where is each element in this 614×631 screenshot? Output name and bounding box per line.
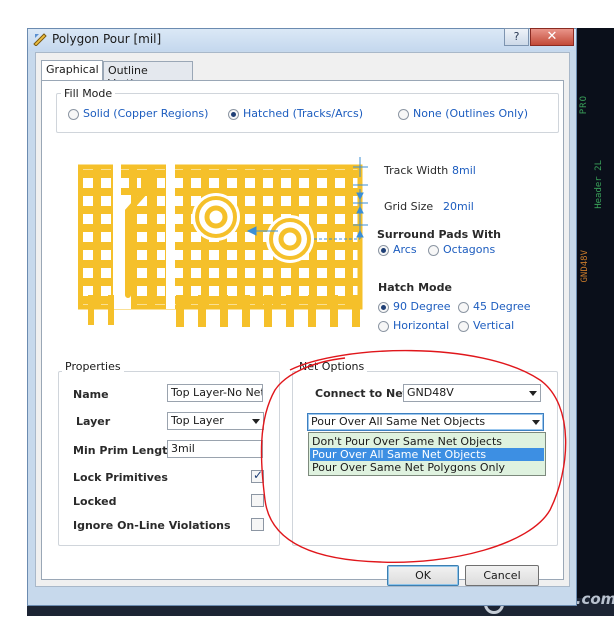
surround-pads-title: Surround Pads With [377,228,501,241]
fill-solid-label[interactable]: Solid (Copper Regions) [83,107,208,120]
dialog-title: Polygon Pour [mil] [52,32,162,46]
fill-hatched-label[interactable]: Hatched (Tracks/Arcs) [243,107,363,120]
hatch-90-radio[interactable] [378,302,389,313]
hatch-vertical-radio[interactable] [458,321,469,332]
track-width-value[interactable]: 8mil [452,164,476,177]
fill-solid-radio[interactable] [68,109,79,120]
hatch-horizontal-label[interactable]: Horizontal [393,319,449,332]
hatch-90-label[interactable]: 90 Degree [393,300,451,313]
ignore-violations-label: Ignore On-Line Violations [73,519,231,532]
grid-size-label: Grid Size [384,200,434,213]
grid-size-value[interactable]: 20mil [443,200,474,213]
hatch-vertical-label[interactable]: Vertical [473,319,514,332]
fill-mode-title: Fill Mode [61,87,116,100]
title-bar: Polygon Pour [mil] ? ✕ [28,28,576,51]
track-width-label: Track Width [384,164,449,177]
hatch-mode-title: Hatch Mode [378,281,452,294]
hatch-45-radio[interactable] [458,302,469,313]
lock-primitives-label: Lock Primitives [73,471,168,484]
surround-arcs-radio[interactable] [378,245,389,256]
tab-outline-vertices[interactable]: Outline Vertices [103,61,193,90]
fill-none-radio[interactable] [398,109,409,120]
tab-graphical[interactable]: Graphical [41,60,103,81]
close-button[interactable]: ✕ [530,28,574,46]
surround-octagons-radio[interactable] [428,245,439,256]
hatch-preview-graphic [78,157,368,327]
red-annotation-circle [260,349,567,563]
layer-label: Layer [76,415,111,428]
pcb-side-label: PRO [579,95,589,115]
pcb-editor-background [574,28,614,608]
name-label: Name [73,388,109,401]
pcb-side-label: Header 2L [594,160,604,209]
locked-label: Locked [73,495,117,508]
properties-title: Properties [62,360,124,373]
min-prim-length-field[interactable]: 3mil [167,440,263,458]
name-field[interactable]: Top Layer-No Net [167,384,263,402]
hatch-horizontal-radio[interactable] [378,321,389,332]
surround-arcs-label[interactable]: Arcs [393,243,417,256]
min-prim-length-label: Min Prim Length [73,444,176,457]
surround-octagons-label[interactable]: Octagons [443,243,495,256]
polygon-pour-icon [33,33,47,46]
fill-hatched-radio[interactable] [228,109,239,120]
help-button[interactable]: ? [504,28,529,46]
fill-none-label[interactable]: None (Outlines Only) [413,107,528,120]
hatch-45-label[interactable]: 45 Degree [473,300,531,313]
layer-value: Top Layer [171,414,224,427]
pcb-side-label: GND48V [580,250,590,283]
